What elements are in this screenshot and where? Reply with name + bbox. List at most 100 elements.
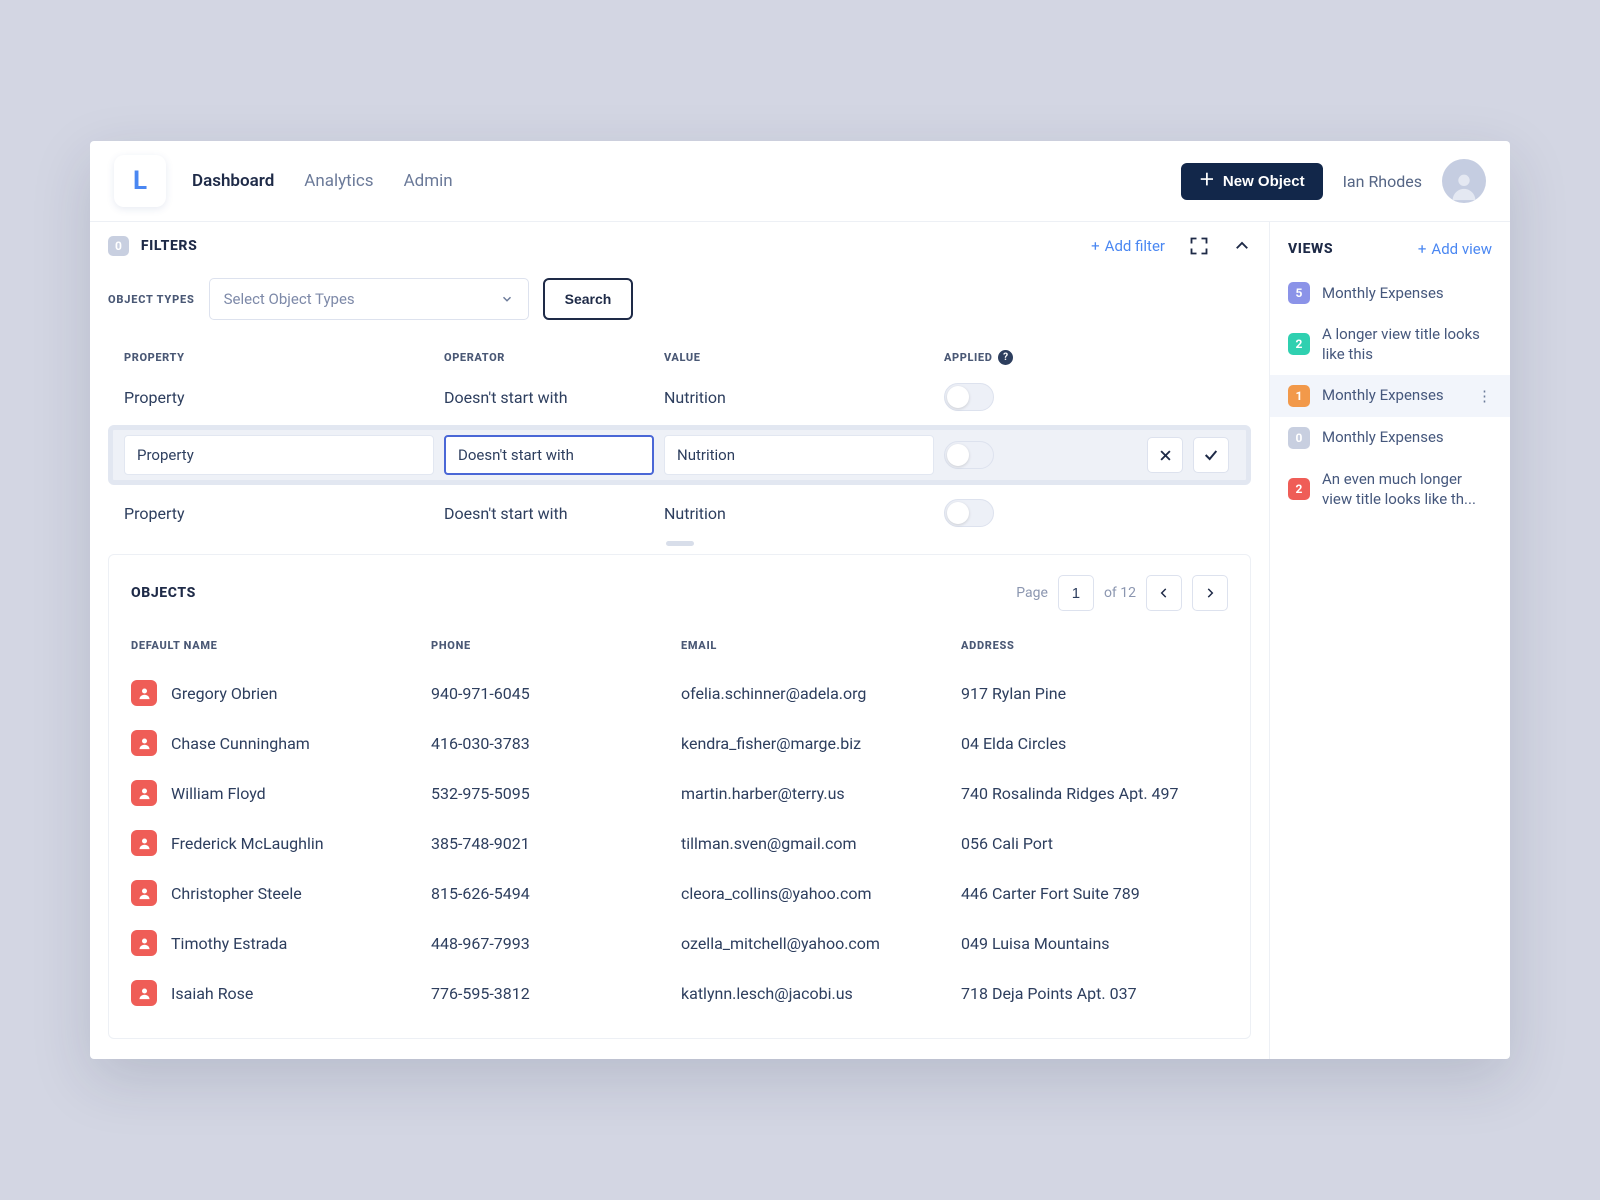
filter-applied-toggle[interactable]	[944, 383, 994, 411]
row-email: ofelia.schinner@adela.org	[681, 684, 961, 703]
add-filter-button[interactable]: + Add filter	[1091, 237, 1165, 255]
add-view-label: Add view	[1431, 240, 1492, 258]
app-window: L Dashboard Analytics Admin ＋ New Object…	[90, 141, 1510, 1059]
filters-title: FILTERS	[141, 238, 198, 254]
app-logo[interactable]: L	[114, 155, 166, 207]
expand-icon[interactable]	[1189, 236, 1209, 256]
row-address: 049 Luisa Mountains	[961, 934, 1228, 953]
row-name: Timothy Estrada	[171, 934, 287, 953]
person-icon	[131, 930, 157, 956]
search-button[interactable]: Search	[543, 278, 634, 320]
view-badge: 0	[1288, 427, 1310, 449]
row-email: tillman.sven@gmail.com	[681, 834, 961, 853]
filter-table: PROPERTY OPERATOR VALUE APPLIED ? Proper…	[90, 342, 1269, 537]
col-value: VALUE	[664, 351, 944, 364]
filter-cancel-button[interactable]	[1147, 437, 1183, 473]
nav-dashboard[interactable]: Dashboard	[192, 171, 274, 191]
filters-header: 0 FILTERS + Add filter	[90, 222, 1269, 266]
row-address: 056 Cali Port	[961, 834, 1228, 853]
resize-handle[interactable]	[90, 537, 1269, 554]
view-item[interactable]: 2 A longer view title looks like this	[1270, 314, 1510, 375]
chevron-down-icon	[500, 292, 514, 306]
row-phone: 940-971-6045	[431, 684, 681, 703]
view-label: Monthly Expenses	[1322, 283, 1444, 303]
view-badge: 5	[1288, 282, 1310, 304]
page-input[interactable]	[1058, 575, 1094, 611]
view-label: A longer view title looks like this	[1322, 324, 1492, 365]
col-email: EMAIL	[681, 639, 961, 652]
chevron-right-icon	[1203, 586, 1217, 600]
help-icon[interactable]: ?	[998, 350, 1013, 365]
person-icon	[131, 980, 157, 1006]
view-item[interactable]: 1Monthly Expenses⋮	[1270, 375, 1510, 417]
row-email: ozella_mitchell@yahoo.com	[681, 934, 961, 953]
view-item[interactable]: 5 Monthly Expenses	[1270, 272, 1510, 314]
views-title: VIEWS	[1288, 241, 1333, 257]
plus-icon: ＋	[1199, 173, 1215, 189]
table-row[interactable]: Frederick McLaughlin385-748-9021tillman.…	[131, 818, 1228, 868]
check-icon	[1203, 447, 1219, 463]
table-row[interactable]: Isaiah Rose 776-595-3812katlynn.lesch@jac…	[131, 968, 1228, 1018]
plus-icon: +	[1091, 237, 1100, 255]
filter-value: Nutrition	[677, 446, 735, 464]
col-operator: OPERATOR	[444, 351, 664, 364]
person-icon	[1447, 169, 1481, 203]
objects-table-head: DEFAULT NAME PHONE EMAIL ADDRESS	[131, 629, 1228, 668]
row-email: cleora_collins@yahoo.com	[681, 884, 961, 903]
table-row[interactable]: Christopher Steele815-626-5494cleora_col…	[131, 868, 1228, 918]
add-filter-label: Add filter	[1105, 237, 1165, 255]
filter-property: Property	[124, 388, 444, 407]
filter-property: Property	[137, 446, 194, 464]
main-panel: 0 FILTERS + Add filter OBJECT TYPES	[90, 222, 1270, 1059]
row-address: 446 Carter Fort Suite 789	[961, 884, 1228, 903]
filter-value: Nutrition	[664, 504, 944, 523]
object-types-select[interactable]: Select Object Types	[209, 278, 529, 320]
table-row[interactable]: Chase Cunningham416-030-3783kendra_fishe…	[131, 718, 1228, 768]
table-row[interactable]: Gregory Obrien 940-971-6045ofelia.schinne…	[131, 668, 1228, 718]
filter-applied-toggle[interactable]	[944, 441, 994, 469]
col-property: PROPERTY	[124, 351, 444, 364]
new-object-button[interactable]: ＋ New Object	[1181, 163, 1323, 200]
row-address: 740 Rosalinda Ridges Apt. 497	[961, 784, 1228, 803]
objects-panel: OBJECTS Page of 12 DEFAULT NAME PHONE EM…	[108, 554, 1251, 1039]
person-icon	[131, 780, 157, 806]
view-item[interactable]: 0Monthly Expenses	[1270, 417, 1510, 459]
row-address: 718 Deja Points Apt. 037	[961, 984, 1228, 1003]
nav-admin[interactable]: Admin	[404, 171, 453, 191]
views-sidebar: VIEWS + Add view 5 Monthly Expenses 2 A lon…	[1270, 222, 1510, 1059]
filter-confirm-button[interactable]	[1193, 437, 1229, 473]
filter-operator-input[interactable]: Doesn't start with	[444, 435, 654, 475]
collapse-icon[interactable]	[1233, 237, 1251, 255]
nav-analytics[interactable]: Analytics	[304, 171, 373, 191]
row-address: 917 Rylan Pine	[961, 684, 1228, 703]
view-badge: 2	[1288, 478, 1310, 500]
filter-property: Property	[124, 504, 444, 523]
filter-table-head: PROPERTY OPERATOR VALUE APPLIED ?	[108, 342, 1251, 373]
view-badge: 2	[1288, 333, 1310, 355]
row-phone: 776-595-3812	[431, 984, 681, 1003]
object-types-row: OBJECT TYPES Select Object Types Search	[90, 266, 1269, 342]
kebab-icon[interactable]: ⋮	[1477, 387, 1492, 405]
row-email: katlynn.lesch@jacobi.us	[681, 984, 961, 1003]
row-phone: 448-967-7993	[431, 934, 681, 953]
avatar[interactable]	[1442, 159, 1486, 203]
view-item[interactable]: 2An even much longer view title looks li…	[1270, 459, 1510, 520]
col-name: DEFAULT NAME	[131, 639, 431, 652]
filter-applied-toggle[interactable]	[944, 499, 994, 527]
filter-value-input[interactable]: Nutrition	[664, 435, 934, 475]
row-name: Frederick McLaughlin	[171, 834, 324, 853]
filter-value: Nutrition	[664, 388, 944, 407]
table-row[interactable]: William Floyd532-975-5095martin.harber@t…	[131, 768, 1228, 818]
row-name: Isaiah Rose	[171, 984, 253, 1003]
row-name: Gregory Obrien	[171, 684, 278, 703]
new-object-label: New Object	[1223, 173, 1305, 190]
filter-operator: Doesn't start with	[444, 388, 664, 407]
page-prev-button[interactable]	[1146, 575, 1182, 611]
add-view-button[interactable]: + Add view	[1418, 240, 1492, 258]
filter-row: Property Doesn't start with Nutrition	[108, 373, 1251, 421]
pager: Page of 12	[1016, 575, 1228, 611]
filter-property-input[interactable]: Property	[124, 435, 434, 475]
page-next-button[interactable]	[1192, 575, 1228, 611]
view-label: Monthly Expenses	[1322, 385, 1444, 405]
table-row[interactable]: Timothy Estrada 448-967-7993ozella_mitche…	[131, 918, 1228, 968]
